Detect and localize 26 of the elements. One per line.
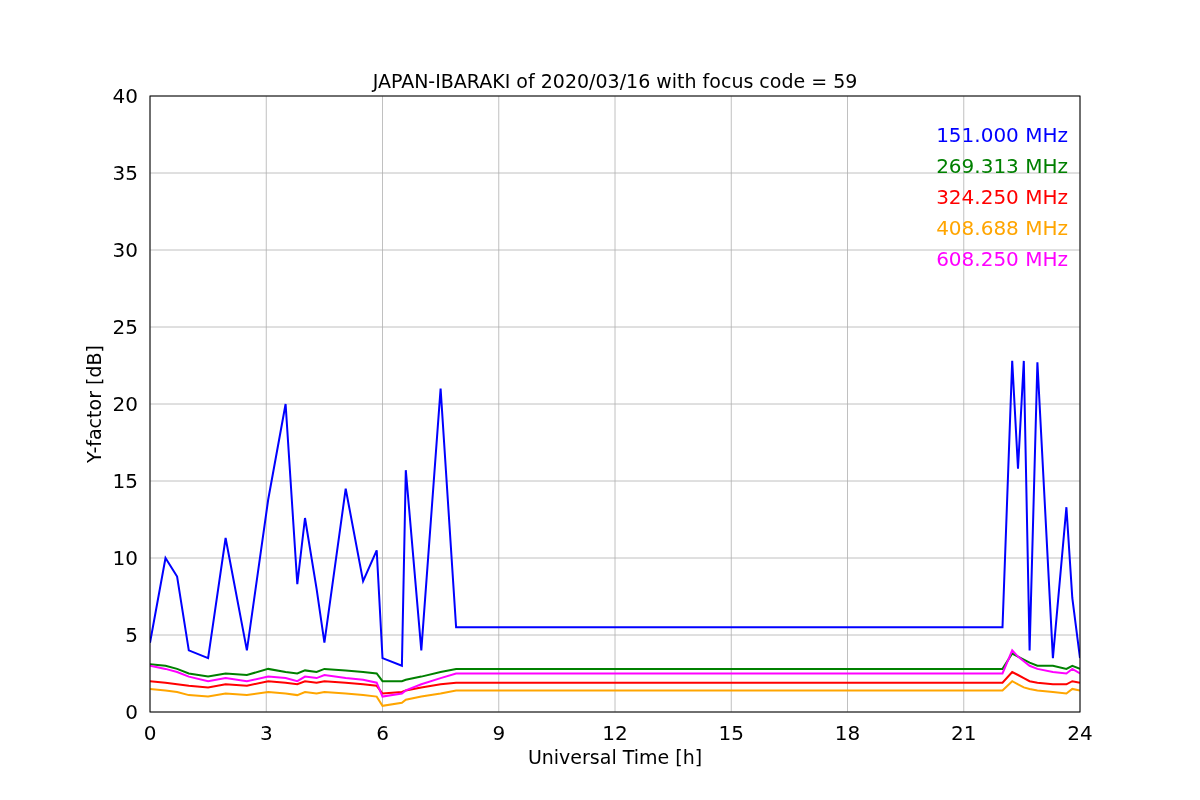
legend-label: 324.250 MHz [936,185,1068,209]
y-tick-label: 15 [112,469,138,493]
y-axis-title: Y-factor [dB] [83,345,105,463]
x-tick-label: 3 [259,721,273,745]
y-tick-label: 40 [112,84,138,108]
x-tick-label: 24 [1067,721,1093,745]
y-tick-label: 5 [125,623,138,647]
x-tick-label: 0 [143,721,157,745]
legend-label: 608.250 MHz [936,247,1068,271]
legend-label: 151.000 MHz [936,123,1068,147]
x-tick-label: 9 [492,721,506,745]
x-tick-label: 6 [376,721,389,745]
chart-title: JAPAN-IBARAKI of 2020/03/16 with focus code = 59 [372,70,858,92]
x-tick-label: 15 [718,721,744,745]
y-tick-label: 10 [112,546,138,570]
x-axis-title: Universal Time [h] [527,746,703,768]
x-tick-label: 18 [834,721,861,745]
y-tick-label: 20 [112,392,138,416]
x-tick-label: 12 [602,721,628,745]
y-tick-label: 30 [112,238,138,262]
y-tick-label: 25 [112,315,138,339]
y-tick-label: 35 [112,161,138,185]
x-tick-label: 21 [951,721,977,745]
legend-label: 269.313 MHz [936,154,1068,178]
y-tick-label: 0 [125,700,138,724]
legend-label: 408.688 MHz [936,216,1068,240]
